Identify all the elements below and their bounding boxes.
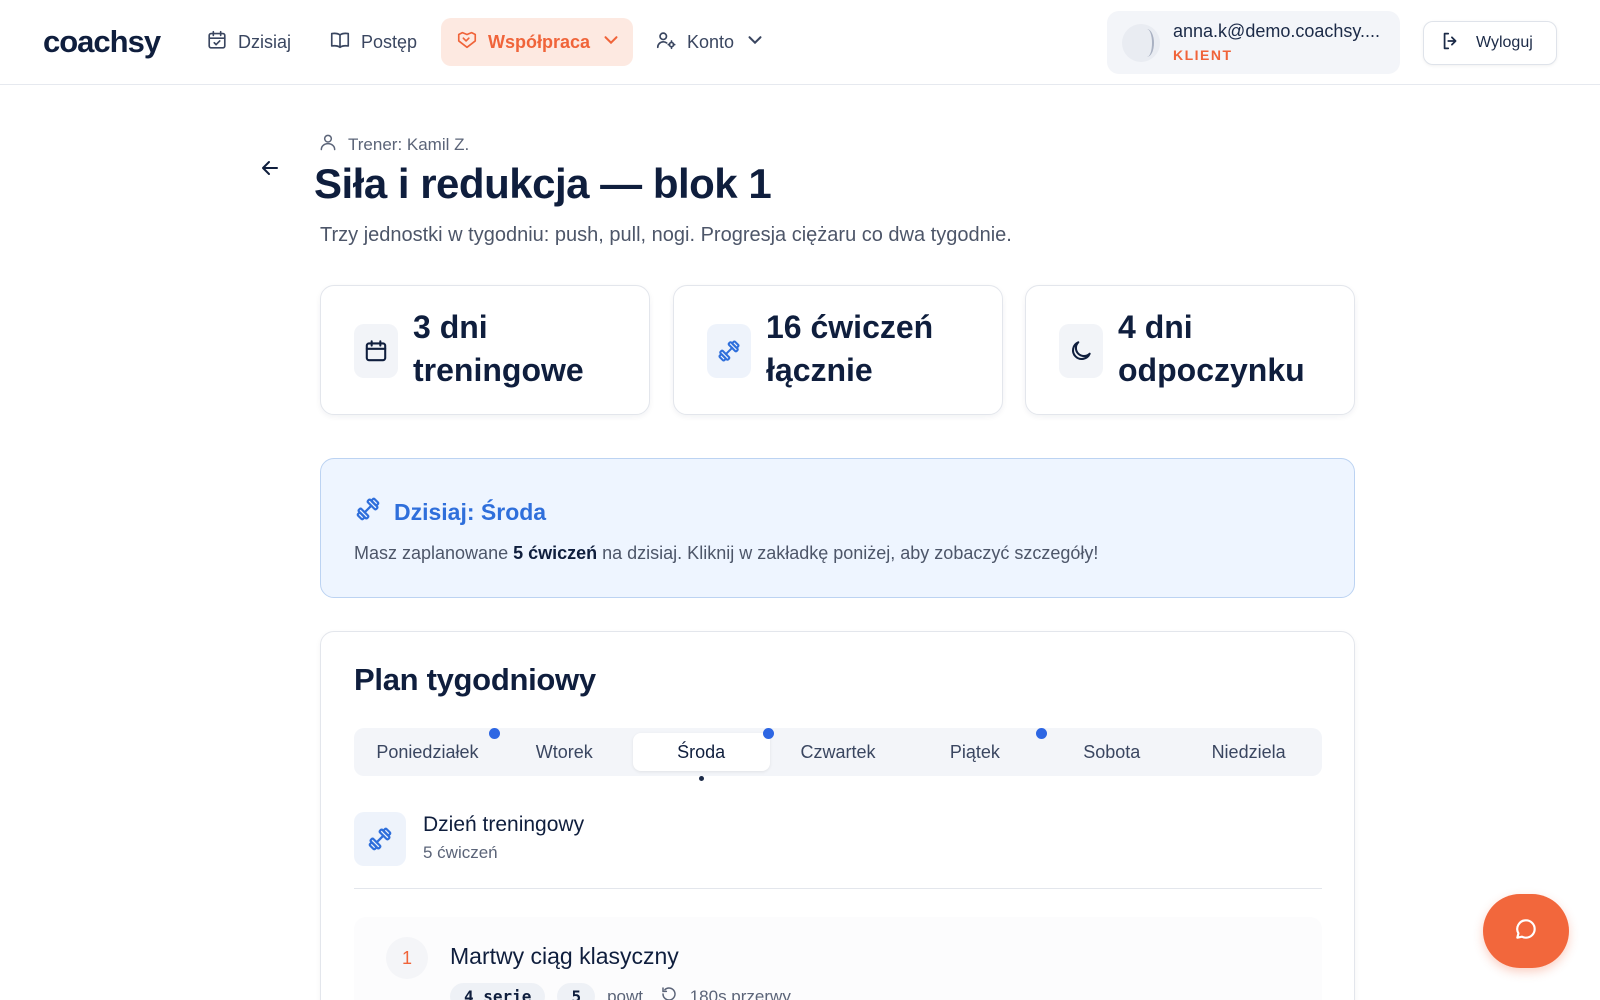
tab-label: Środa — [677, 741, 726, 762]
calendar-check-icon — [206, 29, 228, 56]
stat-total-exercises: 16 ćwiczeń łącznie — [673, 285, 1003, 415]
today-text-bold: 5 ćwiczeń — [513, 543, 598, 563]
user-role-badge: KLIENT — [1173, 47, 1233, 63]
user-settings-icon — [655, 29, 677, 56]
page-subtitle: Trzy jednostki w tygodniu: push, pull, n… — [320, 224, 1012, 246]
logo[interactable]: coachsy — [43, 24, 161, 60]
trainer-info: Trener: Kamil Z. — [318, 132, 469, 157]
tab-friday[interactable]: Piątek — [906, 728, 1048, 771]
day-tabs: Poniedziałek Wtorek Środa Czwartek Piąte… — [354, 728, 1322, 781]
user-menu[interactable]: anna.k@demo.coachsy.... KLIENT — [1107, 11, 1400, 74]
today-banner: Dzisiaj: Środa Masz zaplanowane 5 ćwicze… — [320, 458, 1355, 598]
day-exercise-count: 5 ćwiczeń — [423, 843, 498, 862]
avatar — [1122, 24, 1160, 62]
weekly-plan-card: Plan tygodniowy Poniedziałek Wtorek Środ… — [320, 631, 1355, 1000]
tab-label: Sobota — [1083, 741, 1141, 762]
back-button[interactable] — [258, 156, 282, 180]
chat-bubble-icon — [1513, 916, 1539, 947]
tab-sunday[interactable]: Niedziela — [1180, 733, 1317, 771]
nav-cooperation[interactable]: Współpraca — [441, 18, 633, 66]
tab-label: Poniedziałek — [376, 741, 479, 762]
tab-label: Piątek — [949, 741, 1000, 762]
stat-text: 3 dni treningowe — [413, 309, 584, 388]
dumbbell-icon — [707, 324, 751, 378]
tab-label: Wtorek — [535, 741, 593, 762]
logout-label: Wyloguj — [1476, 34, 1533, 51]
reps-unit: powt. — [607, 986, 648, 1000]
nav-account[interactable]: Konto — [645, 18, 776, 66]
nav-progress-label: Postęp — [361, 31, 418, 52]
today-text-after: na dzisiaj. Kliknij w zakładkę poniżej, … — [597, 543, 1099, 563]
chevron-down-icon — [600, 29, 622, 56]
today-description: Masz zaplanowane 5 ćwiczeń na dzisiaj. K… — [354, 543, 1098, 564]
dumbbell-icon — [354, 495, 382, 529]
stat-rest-days: 4 dni odpoczynku — [1025, 285, 1355, 415]
today-title-text: Dzisiaj: Środa — [394, 498, 547, 525]
exercise-item[interactable]: 1 Martwy ciąg klasyczny 4 serie 5 powt. … — [354, 917, 1322, 1000]
user-email: anna.k@demo.coachsy.... — [1173, 21, 1381, 41]
tab-thursday[interactable]: Czwartek — [770, 733, 907, 771]
reps-chip: 5 — [557, 983, 596, 1000]
day-type-title: Dzień treningowy — [423, 813, 585, 836]
trainer-name: Trener: Kamil Z. — [348, 134, 470, 154]
calendar-icon — [354, 324, 398, 378]
nav-account-label: Konto — [687, 31, 735, 52]
active-tab-indicator — [699, 776, 705, 781]
tab-saturday[interactable]: Sobota — [1043, 733, 1180, 771]
nav-progress[interactable]: Postęp — [319, 18, 427, 66]
stat-text: 4 dni odpoczynku — [1118, 309, 1305, 388]
refresh-icon — [660, 985, 678, 1000]
tab-wednesday[interactable]: Środa — [632, 728, 774, 781]
plan-title: Plan tygodniowy — [354, 662, 596, 697]
tab-monday[interactable]: Poniedziałek — [359, 728, 500, 771]
dumbbell-icon — [354, 812, 406, 866]
sets-chip: 4 serie — [450, 983, 546, 1000]
page-title: Siła i redukcja — blok 1 — [314, 160, 772, 207]
tab-label: Czwartek — [800, 741, 876, 762]
handshake-icon — [456, 29, 478, 56]
divider — [354, 888, 1322, 889]
arrow-left-icon — [258, 161, 282, 184]
user-icon — [318, 132, 338, 157]
nav-today-label: Dzisiaj — [238, 31, 292, 52]
chat-button[interactable] — [1483, 894, 1569, 968]
top-navigation: coachsy Dzisiaj Postęp Współpraca Konto … — [0, 0, 1600, 85]
tab-tuesday[interactable]: Wtorek — [496, 733, 633, 771]
moon-icon — [1059, 324, 1103, 378]
today-text-before: Masz zaplanowane — [354, 543, 514, 563]
today-title: Dzisiaj: Środa — [354, 495, 546, 529]
exercise-meta: 4 serie 5 powt. 180s przerwy — [450, 983, 791, 1000]
logout-icon — [1440, 30, 1462, 57]
stat-training-days: 3 dni treningowe — [320, 285, 650, 415]
exercise-name: Martwy ciąg klasyczny — [450, 943, 679, 969]
exercise-number: 1 — [386, 937, 428, 979]
book-icon — [329, 29, 351, 56]
nav-cooperation-label: Współpraca — [488, 31, 591, 52]
stat-text: 16 ćwiczeń łącznie — [766, 309, 934, 388]
chevron-down-icon — [744, 29, 766, 56]
rest-time: 180s przerwy — [689, 986, 791, 1000]
logout-button[interactable]: Wyloguj — [1423, 21, 1557, 65]
nav-today[interactable]: Dzisiaj — [196, 18, 301, 66]
tab-label: Niedziela — [1211, 741, 1286, 762]
